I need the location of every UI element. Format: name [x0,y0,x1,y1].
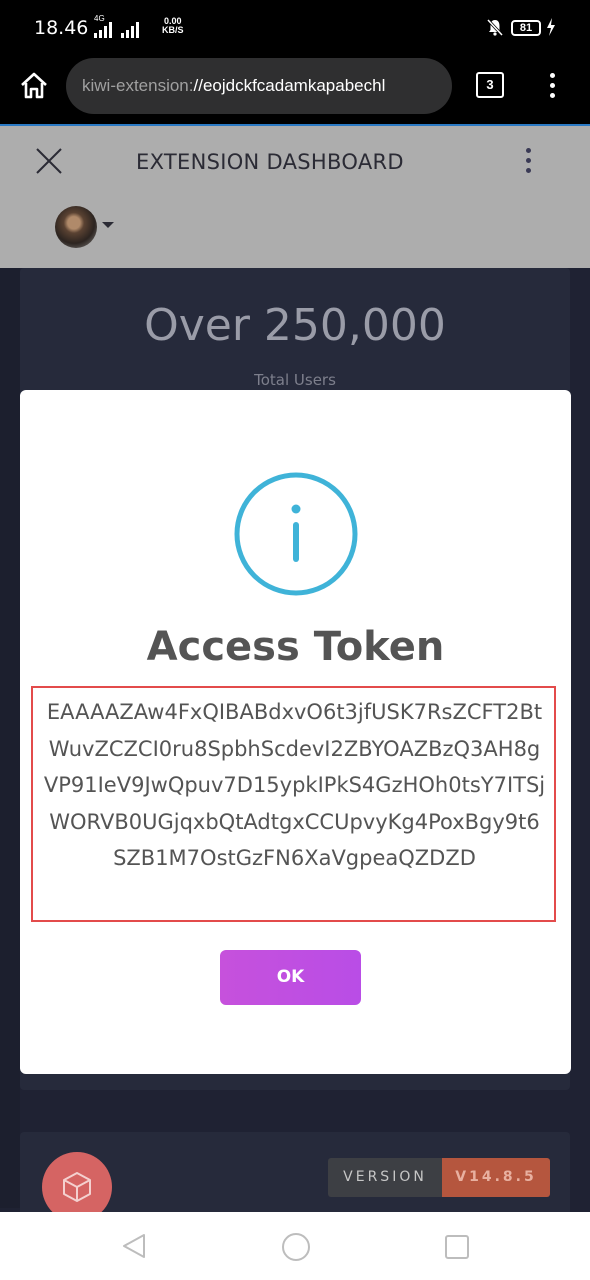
data-speed-unit: KB/S [162,25,184,35]
total-users-label: Total Users [254,371,336,389]
cube-icon [63,1172,91,1202]
url-path: //eojdckfcadamkapabechl [193,76,386,95]
version-badge: VERSION V14.8.5 [328,1158,550,1197]
url-bar[interactable]: kiwi-extension://eojdckfcadamkapabechl [66,58,452,114]
browser-toolbar: kiwi-extension://eojdckfcadamkapabechl 3 [0,56,590,124]
access-token-text[interactable]: EAAAAZAw4FxQIBABdxvO6t3jfUSK7RsZCFT2BtWu… [43,694,546,877]
system-navigation-bar [0,1212,590,1280]
version-value: V14.8.5 [442,1158,550,1197]
info-icon [234,472,358,596]
network-signal-icon: 4G [94,14,139,38]
total-users-value: Over 250,000 [144,300,446,351]
extension-header: EXTENSION DASHBOARD [0,126,590,268]
more-menu-icon[interactable] [522,148,534,178]
background-panel [0,268,20,1208]
avatar[interactable] [55,206,97,248]
battery-level: 81 [519,22,533,34]
ok-button[interactable]: OK [220,950,361,1005]
chevron-down-icon[interactable] [102,222,114,228]
url-scheme: kiwi-extension: [82,76,194,95]
charging-icon [547,18,555,36]
recent-apps-icon[interactable] [444,1234,470,1260]
version-label: VERSION [328,1158,442,1197]
notifications-muted-icon [486,18,504,36]
status-bar: 18.46 4G 0.00 KB/S 81 [0,0,590,56]
home-circle-icon[interactable] [281,1232,311,1262]
status-time: 18.46 [34,17,89,39]
close-icon[interactable] [34,146,64,176]
home-icon[interactable] [18,70,50,102]
dialog-title: Access Token [146,624,445,670]
browser-menu-icon[interactable] [546,70,558,102]
access-token-dialog: Access Token EAAAAZAw4FxQIBABdxvO6t3jfUS… [20,390,571,1074]
battery-icon: 81 [511,20,541,36]
token-box[interactable]: EAAAAZAw4FxQIBABdxvO6t3jfUSK7RsZCFT2BtWu… [31,686,556,922]
tab-switcher-button[interactable]: 3 [476,72,504,98]
back-icon[interactable] [120,1232,148,1260]
data-speed: 0.00 KB/S [162,17,184,35]
network-type: 4G [94,14,105,23]
page-title: EXTENSION DASHBOARD [136,150,404,174]
